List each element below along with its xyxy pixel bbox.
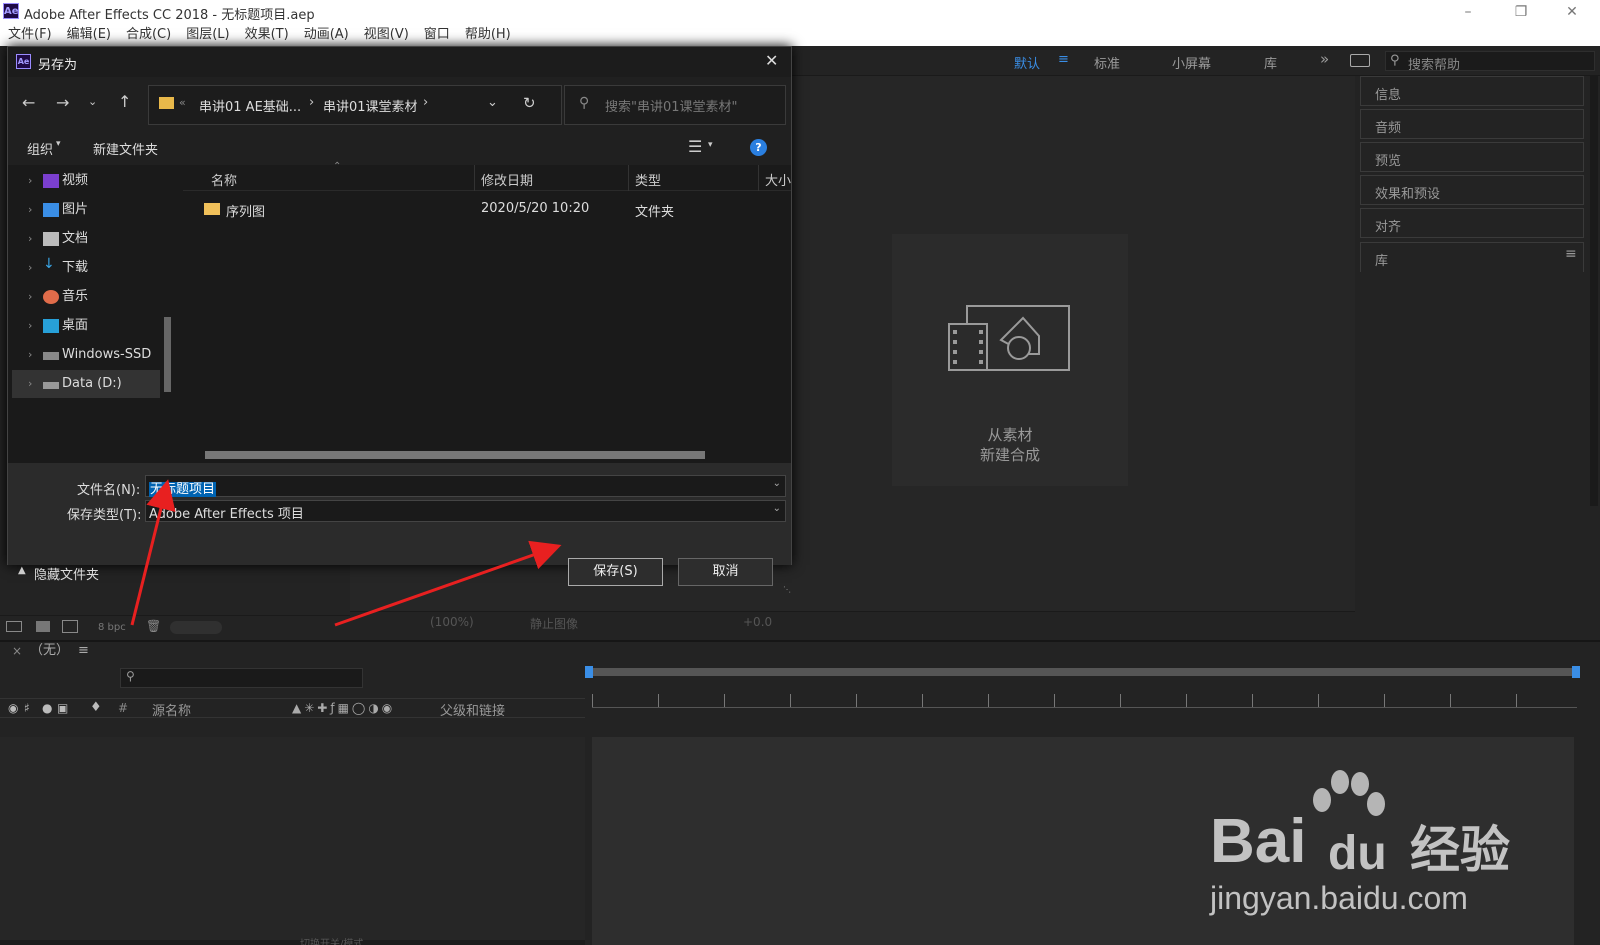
baidu-logo-text: Bai (1210, 807, 1307, 876)
annotation-arrow (130, 479, 176, 626)
annotation-arrow (334, 540, 562, 627)
baidu-jingyan-watermark: Bai du 经验 jingyan.baidu.com (1210, 770, 1600, 920)
jingyan-brand-text: 经验 (1410, 821, 1510, 879)
baidu-logo-du: du (1328, 827, 1387, 880)
watermark-url: jingyan.baidu.com (1210, 880, 1468, 916)
